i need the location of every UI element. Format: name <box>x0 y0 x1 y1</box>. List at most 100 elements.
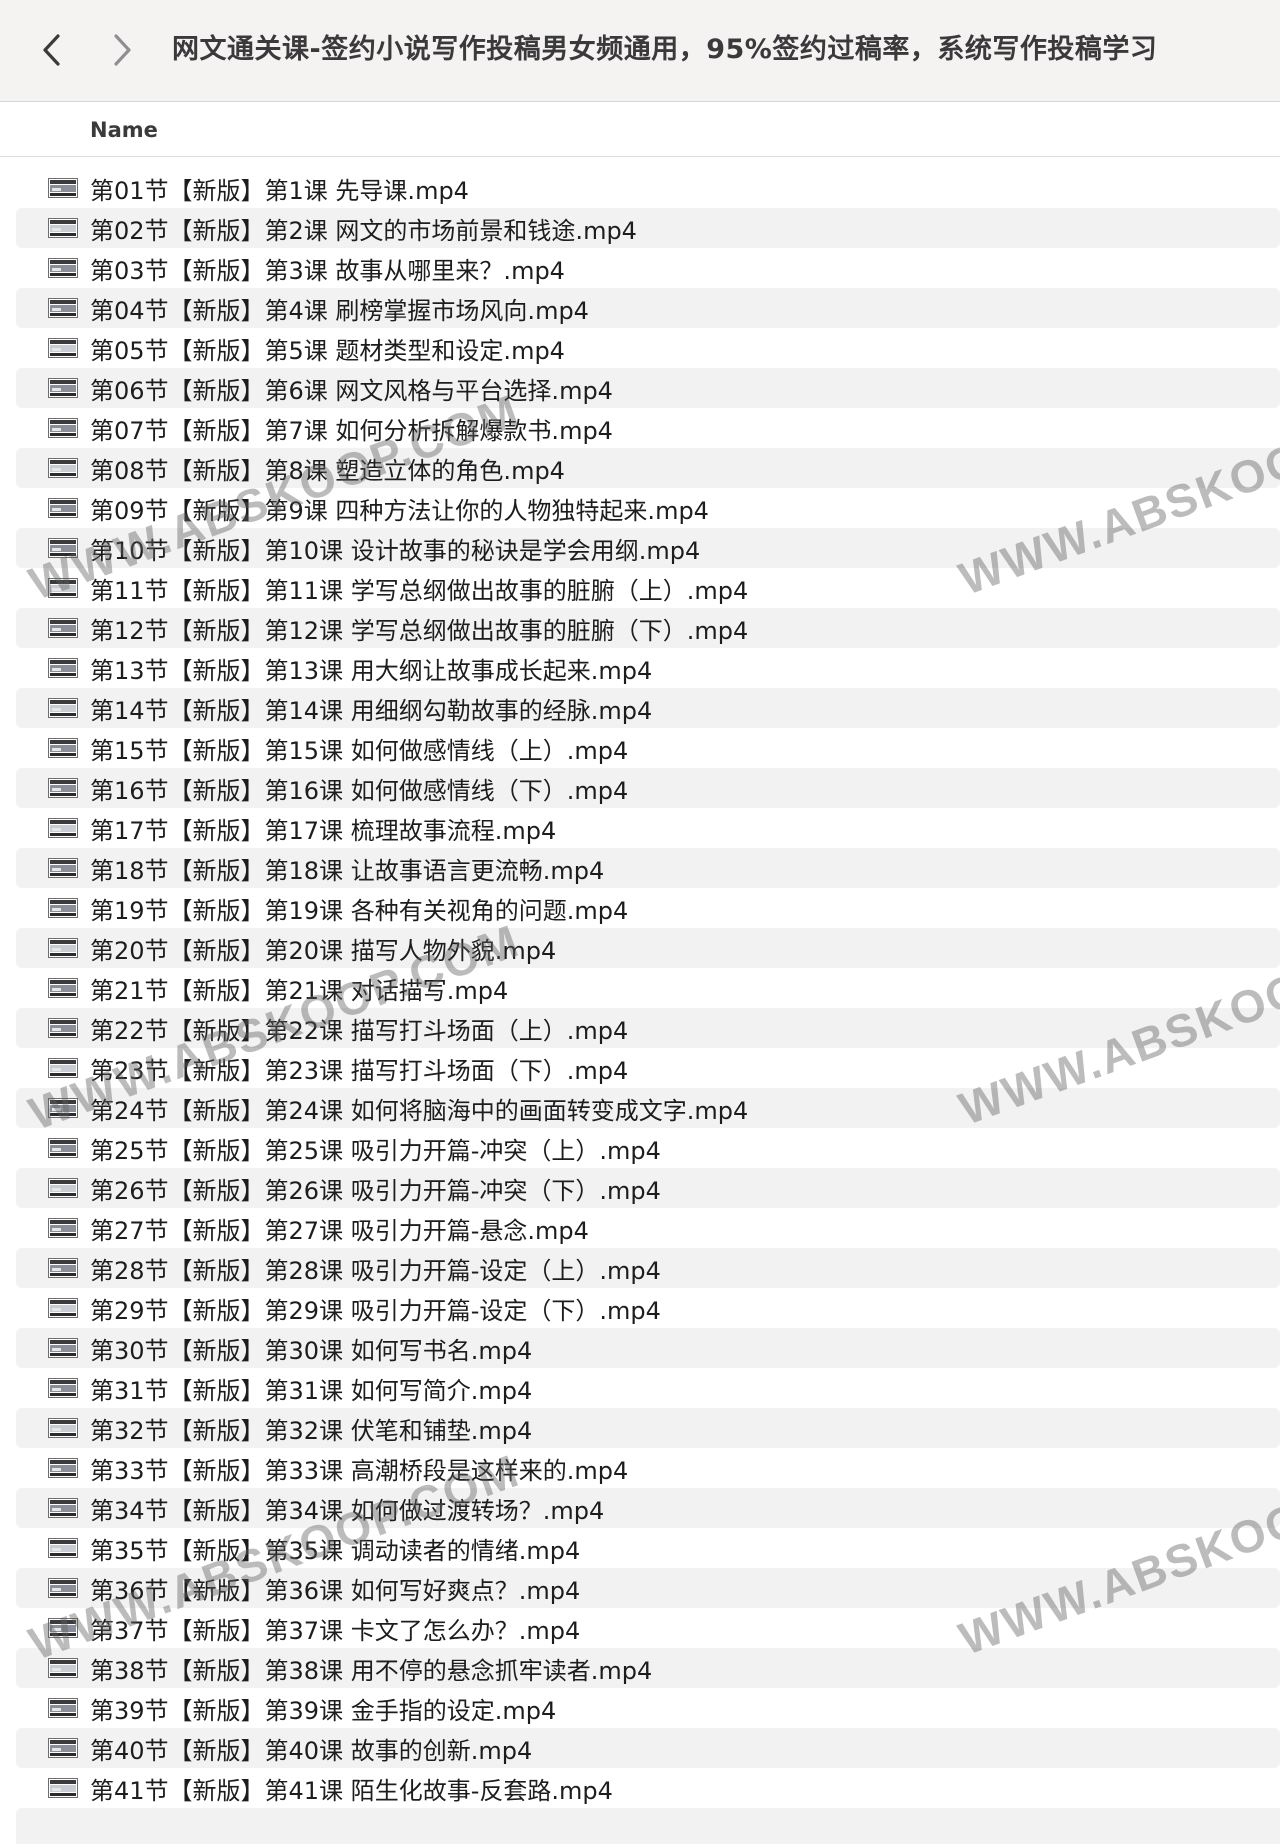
file-name: 第13节【新版】第13课 用大纲让故事成长起来.mp4 <box>90 656 653 685</box>
file-name: 第37节【新版】第37课 卡文了怎么办？.mp4 <box>90 1616 581 1645</box>
list-item[interactable]: 第13节【新版】第13课 用大纲让故事成长起来.mp4 <box>16 648 1280 688</box>
video-file-icon <box>48 1378 78 1398</box>
file-name: 第24节【新版】第24课 如何将脑海中的画面转变成文字.mp4 <box>90 1096 749 1125</box>
video-file-icon <box>48 898 78 918</box>
list-item[interactable]: 第03节【新版】第3课 故事从哪里来？.mp4 <box>16 248 1280 288</box>
list-item[interactable]: 第24节【新版】第24课 如何将脑海中的画面转变成文字.mp4 <box>16 1088 1280 1128</box>
list-item[interactable]: 第18节【新版】第18课 让故事语言更流畅.mp4 <box>16 848 1280 888</box>
list-item[interactable]: 第12节【新版】第12课 学写总纲做出故事的脏腑（下）.mp4 <box>16 608 1280 648</box>
video-file-icon <box>48 1498 78 1518</box>
video-file-icon <box>48 1298 78 1318</box>
list-item[interactable]: 第02节【新版】第2课 网文的市场前景和钱途.mp4 <box>16 208 1280 248</box>
list-item[interactable]: 第26节【新版】第26课 吸引力开篇-冲突（下）.mp4 <box>16 1168 1280 1208</box>
video-file-icon <box>48 298 78 318</box>
column-header: Name <box>0 103 1280 157</box>
list-item[interactable]: 第10节【新版】第10课 设计故事的秘诀是学会用纲.mp4 <box>16 528 1280 568</box>
list-item[interactable]: 第28节【新版】第28课 吸引力开篇-设定（上）.mp4 <box>16 1248 1280 1288</box>
list-item[interactable]: 第29节【新版】第29课 吸引力开篇-设定（下）.mp4 <box>16 1288 1280 1328</box>
video-file-icon <box>48 658 78 678</box>
video-file-icon <box>48 618 78 638</box>
chevron-right-icon <box>114 34 131 66</box>
list-item[interactable]: 第27节【新版】第27课 吸引力开篇-悬念.mp4 <box>16 1208 1280 1248</box>
file-name: 第39节【新版】第39课 金手指的设定.mp4 <box>90 1696 557 1725</box>
list-item[interactable]: 第33节【新版】第33课 高潮桥段是这样来的.mp4 <box>16 1448 1280 1488</box>
video-file-icon <box>48 218 78 238</box>
list-item[interactable]: 第17节【新版】第17课 梳理故事流程.mp4 <box>16 808 1280 848</box>
video-file-icon <box>48 978 78 998</box>
list-item[interactable]: 第04节【新版】第4课 刷榜掌握市场风向.mp4 <box>16 288 1280 328</box>
file-name: 第33节【新版】第33课 高潮桥段是这样来的.mp4 <box>90 1456 629 1485</box>
file-name: 第28节【新版】第28课 吸引力开篇-设定（上）.mp4 <box>90 1256 661 1285</box>
file-name: 第32节【新版】第32课 伏笔和铺垫.mp4 <box>90 1416 533 1445</box>
list-item[interactable]: 第11节【新版】第11课 学写总纲做出故事的脏腑（上）.mp4 <box>16 568 1280 608</box>
video-file-icon <box>48 1018 78 1038</box>
list-item[interactable]: 第32节【新版】第32课 伏笔和铺垫.mp4 <box>16 1408 1280 1448</box>
video-file-icon <box>48 458 78 478</box>
window-toolbar: 网文通关课-签约小说写作投稿男女频通用，95%签约过稿率，系统写作投稿学习 <box>0 0 1280 102</box>
list-item[interactable]: 第31节【新版】第31课 如何写简介.mp4 <box>16 1368 1280 1408</box>
video-file-icon <box>48 1178 78 1198</box>
file-name: 第38节【新版】第38课 用不停的悬念抓牢读者.mp4 <box>90 1656 653 1685</box>
list-item[interactable]: 第06节【新版】第6课 网文风格与平台选择.mp4 <box>16 368 1280 408</box>
list-item[interactable]: 第39节【新版】第39课 金手指的设定.mp4 <box>16 1688 1280 1728</box>
video-file-icon <box>48 858 78 878</box>
video-file-icon <box>48 1658 78 1678</box>
back-button[interactable] <box>24 22 80 78</box>
video-file-icon <box>48 578 78 598</box>
list-item[interactable]: 第23节【新版】第23课 描写打斗场面（下）.mp4 <box>16 1048 1280 1088</box>
video-file-icon <box>48 1218 78 1238</box>
video-file-icon <box>48 778 78 798</box>
list-item[interactable]: 第05节【新版】第5课 题材类型和设定.mp4 <box>16 328 1280 368</box>
list-item[interactable]: 第14节【新版】第14课 用细纲勾勒故事的经脉.mp4 <box>16 688 1280 728</box>
file-name: 第10节【新版】第10课 设计故事的秘诀是学会用纲.mp4 <box>90 536 701 565</box>
forward-button[interactable] <box>94 22 150 78</box>
list-item[interactable]: 第30节【新版】第30课 如何写书名.mp4 <box>16 1328 1280 1368</box>
list-item[interactable]: 第38节【新版】第38课 用不停的悬念抓牢读者.mp4 <box>16 1648 1280 1688</box>
file-name: 第27节【新版】第27课 吸引力开篇-悬念.mp4 <box>90 1216 589 1245</box>
list-item[interactable]: 第19节【新版】第19课 各种有关视角的问题.mp4 <box>16 888 1280 928</box>
list-item[interactable]: 第36节【新版】第36课 如何写好爽点？.mp4 <box>16 1568 1280 1608</box>
file-name: 第11节【新版】第11课 学写总纲做出故事的脏腑（上）.mp4 <box>90 576 749 605</box>
list-item[interactable]: 第09节【新版】第9课 四种方法让你的人物独特起来.mp4 <box>16 488 1280 528</box>
window-title: 网文通关课-签约小说写作投稿男女频通用，95%签约过稿率，系统写作投稿学习 <box>172 34 1158 65</box>
video-file-icon <box>48 938 78 958</box>
list-item[interactable]: 第41节【新版】第41课 陌生化故事-反套路.mp4 <box>16 1768 1280 1808</box>
list-item[interactable]: 第22节【新版】第22课 描写打斗场面（上）.mp4 <box>16 1008 1280 1048</box>
file-name: 第41节【新版】第41课 陌生化故事-反套路.mp4 <box>90 1776 613 1805</box>
list-item[interactable]: 第25节【新版】第25课 吸引力开篇-冲突（上）.mp4 <box>16 1128 1280 1168</box>
file-name: 第18节【新版】第18课 让故事语言更流畅.mp4 <box>90 856 605 885</box>
file-name: 第03节【新版】第3课 故事从哪里来？.mp4 <box>90 256 565 285</box>
file-name: 第34节【新版】第34课 如何做过渡转场？.mp4 <box>90 1496 605 1525</box>
list-item[interactable]: 第21节【新版】第21课 对话描写.mp4 <box>16 968 1280 1008</box>
file-name: 第35节【新版】第35课 调动读者的情绪.mp4 <box>90 1536 581 1565</box>
file-name: 第25节【新版】第25课 吸引力开篇-冲突（上）.mp4 <box>90 1136 661 1165</box>
file-name: 第26节【新版】第26课 吸引力开篇-冲突（下）.mp4 <box>90 1176 661 1205</box>
video-file-icon <box>48 1258 78 1278</box>
video-file-icon <box>48 1618 78 1638</box>
list-item[interactable]: 第35节【新版】第35课 调动读者的情绪.mp4 <box>16 1528 1280 1568</box>
file-name: 第40节【新版】第40课 故事的创新.mp4 <box>90 1736 533 1765</box>
file-name: 第08节【新版】第8课 塑造立体的角色.mp4 <box>90 456 565 485</box>
list-item[interactable]: 第01节【新版】第1课 先导课.mp4 <box>16 168 1280 208</box>
file-name: 第22节【新版】第22课 描写打斗场面（上）.mp4 <box>90 1016 629 1045</box>
file-name: 第09节【新版】第9课 四种方法让你的人物独特起来.mp4 <box>90 496 709 525</box>
file-name: 第23节【新版】第23课 描写打斗场面（下）.mp4 <box>90 1056 629 1085</box>
list-item[interactable]: 第15节【新版】第15课 如何做感情线（上）.mp4 <box>16 728 1280 768</box>
file-name: 第07节【新版】第7课 如何分析拆解爆款书.mp4 <box>90 416 613 445</box>
video-file-icon <box>48 738 78 758</box>
chevron-left-icon <box>43 34 60 66</box>
list-item[interactable]: 第40节【新版】第40课 故事的创新.mp4 <box>16 1728 1280 1768</box>
column-header-name[interactable]: Name <box>90 103 158 157</box>
video-file-icon <box>48 698 78 718</box>
list-item[interactable]: 第07节【新版】第7课 如何分析拆解爆款书.mp4 <box>16 408 1280 448</box>
file-name: 第21节【新版】第21课 对话描写.mp4 <box>90 976 509 1005</box>
file-name: 第02节【新版】第2课 网文的市场前景和钱途.mp4 <box>90 216 637 245</box>
list-item[interactable]: 第20节【新版】第20课 描写人物外貌.mp4 <box>16 928 1280 968</box>
list-item[interactable]: 第34节【新版】第34课 如何做过渡转场？.mp4 <box>16 1488 1280 1528</box>
list-item[interactable]: 第16节【新版】第16课 如何做感情线（下）.mp4 <box>16 768 1280 808</box>
list-item[interactable]: 第08节【新版】第8课 塑造立体的角色.mp4 <box>16 448 1280 488</box>
file-name: 第29节【新版】第29课 吸引力开篇-设定（下）.mp4 <box>90 1296 661 1325</box>
list-item[interactable]: 第37节【新版】第37课 卡文了怎么办？.mp4 <box>16 1608 1280 1648</box>
video-file-icon <box>48 498 78 518</box>
video-file-icon <box>48 1578 78 1598</box>
